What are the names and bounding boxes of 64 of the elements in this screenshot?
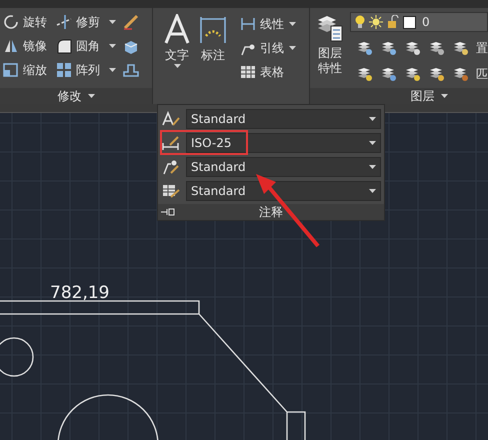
layer-tool-icon[interactable] xyxy=(404,66,422,82)
tool-label[interactable]: 匹 xyxy=(476,65,488,83)
text-style-icon xyxy=(162,110,180,126)
sun-icon xyxy=(369,15,383,29)
panel-title[interactable]: 修改 xyxy=(0,88,152,104)
style-dropdown[interactable]: Standard xyxy=(186,156,381,176)
dimension-icon xyxy=(199,14,227,44)
caret-icon xyxy=(369,140,376,144)
unlock-icon xyxy=(387,15,399,29)
tool-button[interactable]: 修剪 xyxy=(55,12,116,32)
layer-tool-icon[interactable] xyxy=(356,40,374,56)
color-swatch-icon xyxy=(403,16,416,28)
rotate-icon xyxy=(2,13,20,31)
layer-tool-icon[interactable] xyxy=(404,40,422,56)
tool-button[interactable]: 旋转 xyxy=(2,12,47,32)
tool-button[interactable]: 镜像 xyxy=(2,36,47,56)
outline-icon[interactable] xyxy=(122,61,140,79)
panel-title: 注释 xyxy=(259,204,283,221)
bulb-icon xyxy=(355,15,365,29)
tool-button[interactable]: 圆角 xyxy=(55,36,116,56)
tool-button[interactable]: 缩放 xyxy=(2,60,47,80)
brush-icon[interactable] xyxy=(122,13,140,31)
leader-style-icon xyxy=(162,158,180,174)
caret-icon xyxy=(109,44,116,48)
fillet-icon xyxy=(55,37,73,55)
caret-icon xyxy=(289,46,296,50)
trim-icon xyxy=(55,13,73,31)
layer-tool-icon[interactable] xyxy=(428,40,446,56)
layer-tool-icon[interactable] xyxy=(380,66,398,82)
layer-tool-icon[interactable] xyxy=(356,66,374,82)
dimension-style-icon xyxy=(162,134,180,150)
layer-name: 0 xyxy=(422,14,430,31)
tool-button[interactable]: 线性 xyxy=(239,14,296,33)
caret-icon xyxy=(109,20,116,24)
style-dropdown[interactable]: Standard xyxy=(186,180,381,200)
caret-icon xyxy=(369,164,376,168)
large-tool-button[interactable]: 标注 xyxy=(197,14,229,80)
style-dropdown[interactable]: ISO-25 xyxy=(186,132,381,152)
pin-icon[interactable] xyxy=(161,208,175,216)
tool-label[interactable]: 置 xyxy=(476,39,488,57)
caret-icon xyxy=(440,94,448,98)
caret-icon xyxy=(369,116,376,120)
tool-button[interactable]: 表格 xyxy=(239,62,296,81)
caret-icon xyxy=(369,188,376,192)
large-tool-button[interactable]: 图层特性 xyxy=(314,12,346,88)
caret-icon xyxy=(109,68,116,72)
letter-a-icon xyxy=(164,14,190,44)
array-icon xyxy=(55,61,73,79)
tool-button[interactable]: 阵列 xyxy=(55,60,116,80)
dimension-text: 782,19 xyxy=(50,282,110,305)
layer-tool-icon[interactable] xyxy=(380,40,398,56)
caret-icon xyxy=(289,22,296,26)
tool-button[interactable]: 引线 xyxy=(239,38,296,57)
layer-dropdown[interactable]: 0 xyxy=(350,12,488,32)
style-dropdown[interactable]: Standard xyxy=(186,108,381,128)
layer-tool-icon[interactable] xyxy=(452,40,470,56)
caret-icon xyxy=(88,94,94,98)
layer-tool-icon[interactable] xyxy=(452,66,470,82)
caret-icon xyxy=(174,64,180,68)
scale-icon xyxy=(2,61,20,79)
large-tool-button[interactable]: 文字 xyxy=(161,14,193,80)
table-style-icon xyxy=(162,182,180,198)
layer-tool-icon[interactable] xyxy=(428,66,446,82)
panel-title[interactable]: 图层 xyxy=(310,88,488,104)
